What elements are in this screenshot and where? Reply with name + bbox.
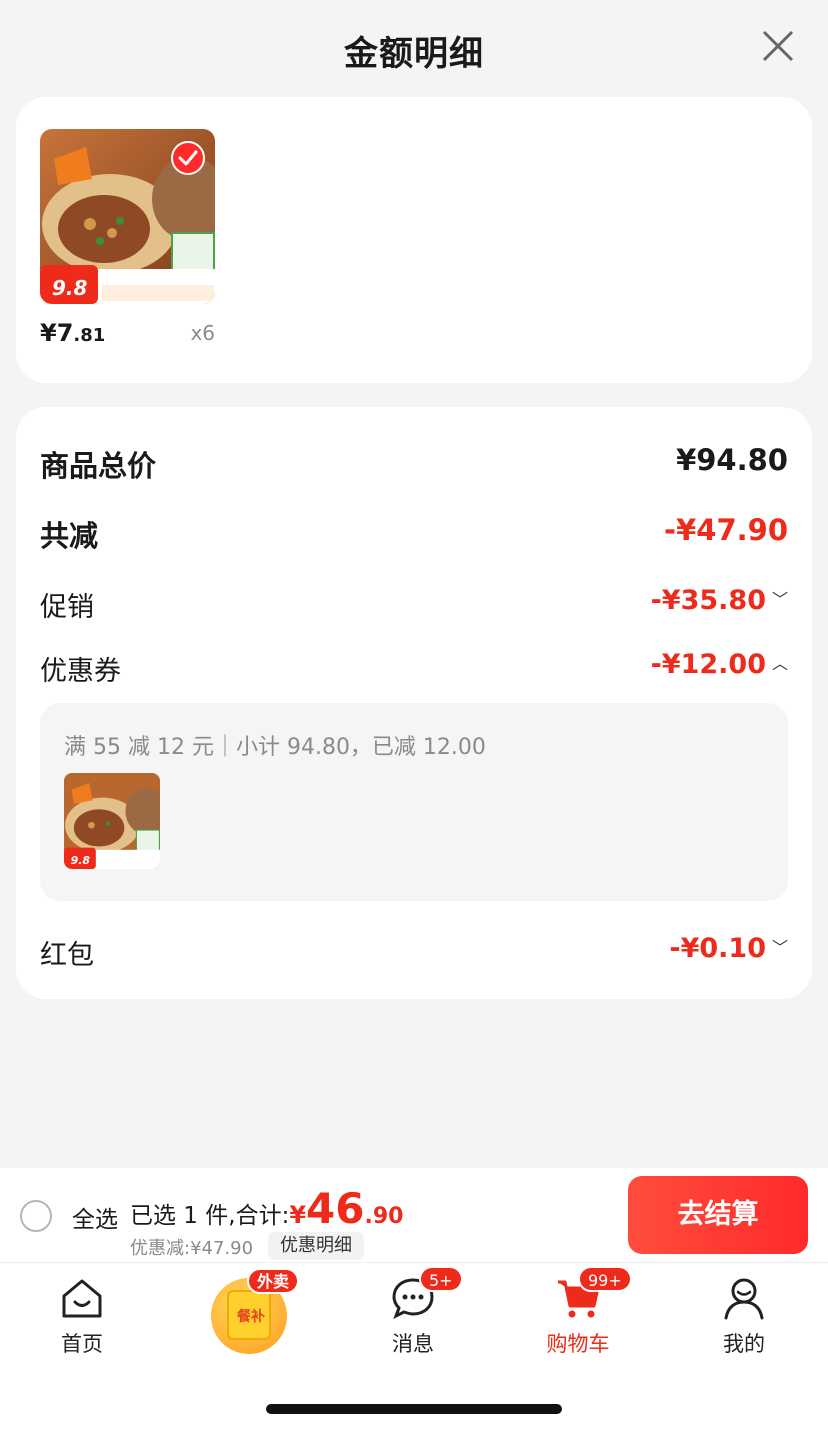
- product-price-row: ¥7.81 x6: [40, 319, 215, 349]
- close-button[interactable]: [760, 28, 796, 64]
- promo-label: 促销: [40, 592, 94, 623]
- total-amount: 46: [306, 1184, 365, 1233]
- unit-price: ¥7.81: [40, 319, 106, 347]
- redpacket-label: 红包: [40, 940, 94, 971]
- total-reduce-label: 共减: [40, 519, 99, 553]
- waimai-badge: 外卖: [247, 1268, 300, 1294]
- coupon-value: -¥12.00 ︿: [650, 649, 788, 680]
- select-all-radio[interactable]: [20, 1200, 52, 1232]
- discount-text: 优惠减:¥47.90: [130, 1238, 254, 1259]
- total-line: 已选 1 件,合计:¥46.90: [130, 1184, 404, 1233]
- tab-cart[interactable]: 99+ 购物车: [518, 1266, 638, 1362]
- message-badge: 5+: [419, 1266, 463, 1292]
- redpacket-row[interactable]: 红包 -¥0.10 ﹀: [40, 933, 788, 973]
- total-reduce-value: -¥47.90: [664, 513, 788, 547]
- select-all-label[interactable]: 全选: [72, 1200, 118, 1234]
- promo-row[interactable]: 促销 -¥35.80 ﹀: [40, 585, 788, 625]
- total-reduce-row: 共减 -¥47.90: [40, 513, 788, 553]
- tab-cart-label: 购物车: [546, 1332, 610, 1356]
- goods-total-label: 商品总价: [40, 449, 157, 483]
- tab-profile[interactable]: 我的: [684, 1272, 804, 1362]
- amount-detail-sheet: 金额明细 9.8 ¥7.81 x6 商品总价 ¥94.80 共减 -¥47.90…: [0, 0, 828, 1170]
- profile-icon: [722, 1276, 766, 1320]
- sheet-title: 金额明细: [344, 34, 484, 74]
- tab-messages-label: 消息: [392, 1332, 434, 1356]
- coupon-label: 优惠券: [40, 656, 121, 687]
- coupon-product-image: 9.8: [64, 773, 160, 869]
- product-image[interactable]: 9.8: [40, 129, 215, 304]
- checkout-button[interactable]: 去结算: [628, 1176, 808, 1254]
- home-indicator: [266, 1404, 562, 1414]
- coupon-row[interactable]: 优惠券 -¥12.00 ︿: [40, 649, 788, 689]
- chevron-down-icon: ﹀: [771, 938, 788, 957]
- bottom-bar: 全选 已选 1 件,合计:¥46.90 优惠减:¥47.90 优惠明细 去结算 …: [0, 1168, 828, 1431]
- quantity: x6: [190, 321, 215, 345]
- home-icon: [60, 1276, 104, 1320]
- tab-home-label: 首页: [61, 1332, 103, 1356]
- close-icon: [762, 30, 794, 62]
- divider: [0, 1262, 828, 1263]
- redpacket-value: -¥0.10 ﹀: [669, 933, 788, 964]
- chevron-up-icon: ︿: [771, 654, 788, 673]
- coupon-detail-box: 满 55 减 12 元｜小计 94.80，已减 12.00 9.8: [40, 703, 788, 901]
- product-card: 9.8 ¥7.81 x6: [16, 97, 812, 383]
- coupon-detail-text: 满 55 减 12 元｜小计 94.80，已减 12.00: [64, 735, 486, 760]
- cart-badge: 99+: [578, 1266, 632, 1292]
- tab-home[interactable]: 首页: [22, 1272, 142, 1362]
- svg-text:9.8: 9.8: [71, 854, 91, 867]
- discount-detail-button[interactable]: 优惠明细: [268, 1232, 364, 1260]
- chevron-down-icon: ﹀: [771, 590, 788, 609]
- meal-subsidy-icon: 餐补: [227, 1290, 271, 1340]
- svg-text:9.8: 9.8: [52, 276, 88, 300]
- goods-total-row: 商品总价 ¥94.80: [40, 443, 788, 483]
- tab-messages[interactable]: 5+ 消息: [353, 1266, 473, 1362]
- selected-check-icon[interactable]: [171, 141, 205, 175]
- goods-total-value: ¥94.80: [676, 443, 788, 477]
- summary-card: 商品总价 ¥94.80 共减 -¥47.90 促销 -¥35.80 ﹀ 优惠券 -…: [16, 407, 812, 999]
- promo-value: -¥35.80 ﹀: [650, 585, 788, 616]
- tab-profile-label: 我的: [723, 1332, 765, 1356]
